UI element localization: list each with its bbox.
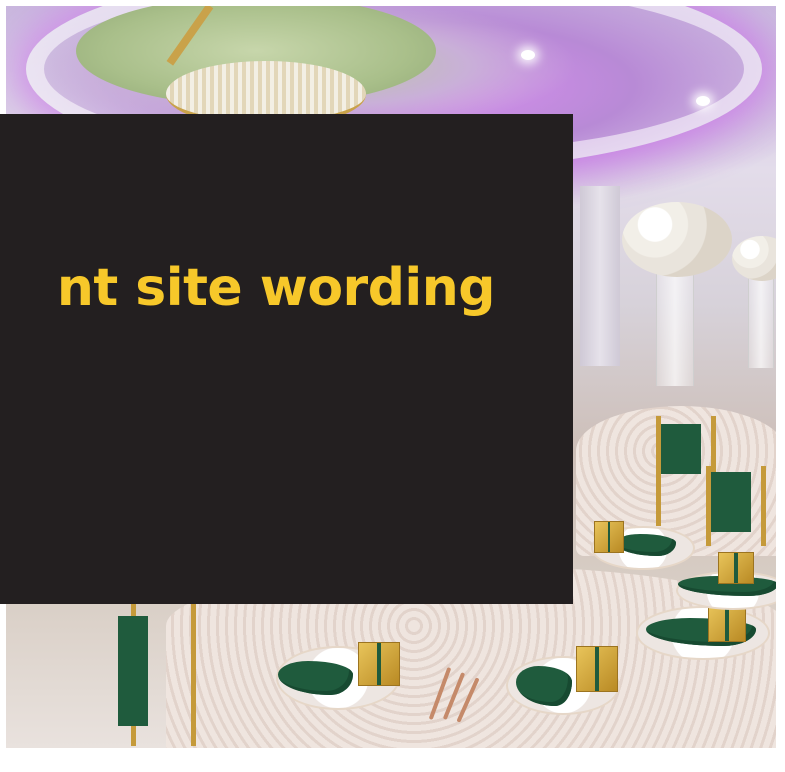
ceiling-light bbox=[696, 96, 710, 106]
text-overlay-panel bbox=[0, 114, 573, 604]
chair-sash bbox=[711, 472, 751, 532]
chair-sash bbox=[661, 424, 701, 474]
chair-sash bbox=[118, 616, 148, 726]
flower-centerpiece bbox=[732, 236, 776, 281]
flower-vase bbox=[748, 268, 774, 368]
headline: nt site wording bbox=[56, 258, 496, 318]
pillar bbox=[580, 186, 620, 366]
flower-centerpiece bbox=[622, 202, 732, 277]
ceiling-light bbox=[521, 50, 535, 60]
gold-gift-box bbox=[358, 642, 400, 686]
gold-gift-box bbox=[718, 552, 754, 584]
gold-gift-box bbox=[594, 521, 624, 553]
headline-clip: nt site wording bbox=[0, 248, 573, 328]
gold-gift-box bbox=[576, 646, 618, 692]
